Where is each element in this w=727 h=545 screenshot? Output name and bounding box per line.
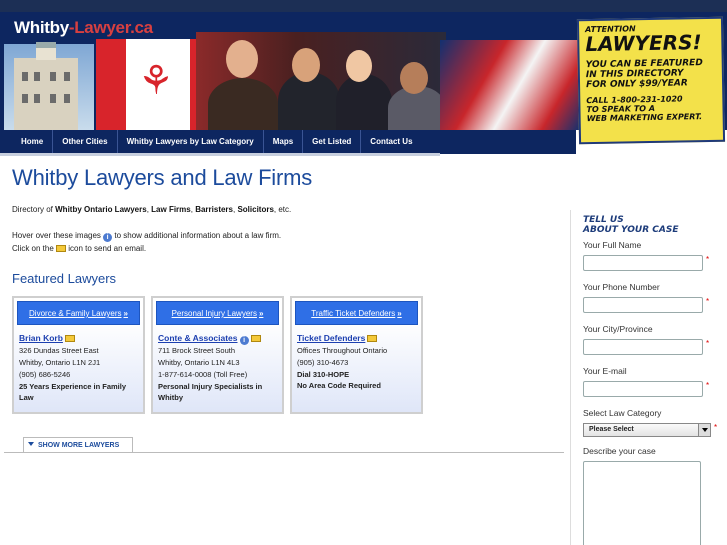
chevron-down-icon bbox=[28, 442, 34, 446]
describe-textarea[interactable] bbox=[583, 461, 701, 545]
top-strip bbox=[0, 0, 727, 12]
lawyer-card: Personal Injury Lawyers» Conte & Associa… bbox=[151, 296, 284, 414]
required-marker: * bbox=[706, 297, 710, 306]
card-city: Whitby, Ontario L1N 4L3 bbox=[158, 358, 240, 367]
lawyer-name-link[interactable]: Ticket Defenders bbox=[297, 333, 365, 343]
card-note: Personal Injury Specialists in Whitby bbox=[158, 382, 263, 402]
form-title: TELL US ABOUT YOUR CASE bbox=[583, 215, 679, 235]
card-city: Whitby, Ontario L1N 2J1 bbox=[19, 358, 101, 367]
card-note: 25 Years Experience in Family Law bbox=[19, 382, 127, 402]
info-icon[interactable]: i bbox=[239, 336, 249, 345]
required-marker: * bbox=[706, 339, 710, 348]
main-nav: Home Other Cities Whitby Lawyers by Law … bbox=[0, 130, 576, 154]
featured-title: Featured Lawyers bbox=[12, 271, 117, 286]
nav-maps[interactable]: Maps bbox=[264, 130, 304, 154]
show-more-button[interactable]: SHOW MORE LAWYERS bbox=[23, 437, 133, 453]
chevron-down-icon bbox=[698, 424, 710, 436]
card-address: 326 Dundas Street East bbox=[19, 346, 99, 355]
lawyer-card: Traffic Ticket Defenders» Ticket Defende… bbox=[290, 296, 423, 414]
waving-flag-photo bbox=[440, 40, 580, 130]
divider bbox=[4, 452, 564, 453]
town-hall-photo bbox=[14, 42, 78, 130]
card-phone: (905) 686-5246 bbox=[19, 370, 71, 379]
nav-contact-us[interactable]: Contact Us bbox=[361, 130, 421, 154]
city-label: Your City/Province bbox=[583, 324, 653, 334]
card-category-link[interactable]: Divorce & Family Lawyers» bbox=[17, 301, 140, 325]
envelope-icon[interactable] bbox=[367, 335, 378, 342]
ad-offer: YOU CAN BE FEATURED IN THIS DIRECTORY FOR … bbox=[585, 58, 703, 91]
main-content: Whitby Lawyers and Law Firms Directory o… bbox=[12, 165, 562, 414]
nav-law-category[interactable]: Whitby Lawyers by Law Category bbox=[118, 130, 264, 154]
ad-call: CALL 1-800-231-1020 TO SPEAK TO A WEB MARK… bbox=[586, 94, 703, 124]
lawyer-name-link[interactable]: Brian Korb bbox=[19, 333, 63, 343]
card-category-link[interactable]: Traffic Ticket Defenders» bbox=[295, 301, 418, 325]
info-icon: i bbox=[103, 233, 113, 242]
required-marker: * bbox=[706, 381, 710, 390]
card-dial: Dial 310-HOPE bbox=[297, 370, 350, 379]
email-hint: Click on the icon to send an email. bbox=[12, 244, 147, 253]
envelope-icon[interactable] bbox=[65, 335, 76, 342]
category-label: Select Law Category bbox=[583, 408, 662, 418]
intro-text: Directory of Whitby Ontario Lawyers, Law… bbox=[12, 205, 292, 214]
advertisement-banner[interactable]: ATTENTION LAWYERS! YOU CAN BE FEATURED IN… bbox=[576, 16, 726, 145]
describe-label: Describe your case bbox=[583, 446, 656, 456]
full-name-input[interactable] bbox=[583, 255, 703, 271]
hover-hint: Hover over these images i to show additi… bbox=[12, 231, 282, 242]
card-phone: 1-877-614-0008 (Toll Free) bbox=[158, 370, 248, 379]
nav-get-listed[interactable]: Get Listed bbox=[303, 130, 362, 154]
nav-home[interactable]: Home bbox=[12, 130, 54, 154]
envelope-icon[interactable] bbox=[250, 335, 261, 342]
page-title: Whitby Lawyers and Law Firms bbox=[12, 165, 313, 190]
lawyer-card: Divorce & Family Lawyers» Brian Korb 326… bbox=[12, 296, 145, 414]
card-phone: (905) 310-4673 bbox=[297, 358, 349, 367]
nav-other-cities[interactable]: Other Cities bbox=[53, 130, 118, 154]
email-label: Your E-mail bbox=[583, 366, 627, 376]
lawyers-group-photo bbox=[196, 32, 446, 130]
card-address: 711 Brock Street South bbox=[158, 346, 235, 355]
phone-input[interactable] bbox=[583, 297, 703, 313]
envelope-icon bbox=[56, 245, 67, 252]
category-select[interactable]: Please Select bbox=[583, 423, 711, 437]
card-address: Offices Throughout Ontario bbox=[297, 346, 388, 355]
card-note: No Area Code Required bbox=[297, 381, 381, 390]
card-category-link[interactable]: Personal Injury Lawyers» bbox=[156, 301, 279, 325]
lawyer-name-link[interactable]: Conte & Associates bbox=[158, 333, 238, 343]
nav-shadow bbox=[0, 153, 440, 156]
phone-label: Your Phone Number bbox=[583, 282, 660, 292]
case-form: TELL US ABOUT YOUR CASE Your Full Name * … bbox=[583, 215, 723, 545]
featured-cards: Divorce & Family Lawyers» Brian Korb 326… bbox=[12, 296, 562, 414]
ad-headline: LAWYERS! bbox=[585, 30, 702, 57]
sidebar-divider bbox=[570, 210, 571, 545]
email-input[interactable] bbox=[583, 381, 703, 397]
full-name-label: Your Full Name bbox=[583, 240, 642, 250]
city-input[interactable] bbox=[583, 339, 703, 355]
site-logo[interactable]: Whitby-Lawyer.ca bbox=[14, 18, 153, 38]
required-marker: * bbox=[706, 255, 710, 264]
required-marker: * bbox=[714, 423, 718, 432]
